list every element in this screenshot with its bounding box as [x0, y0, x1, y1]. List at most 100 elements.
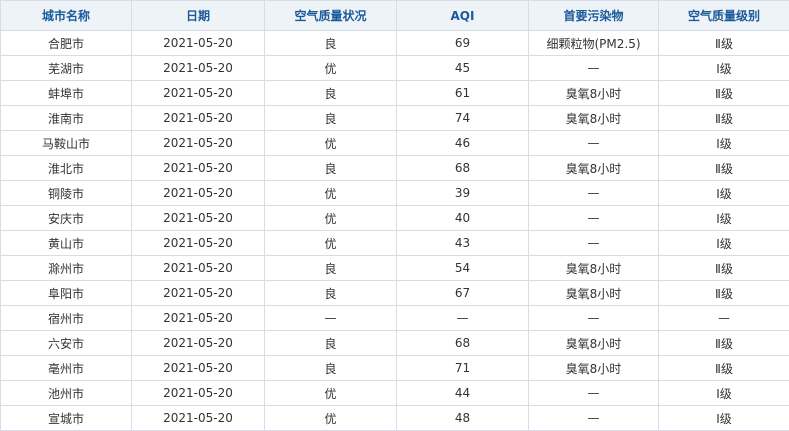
cell-quality-status: 良 — [264, 105, 397, 131]
cell-city: 马鞍山市 — [0, 130, 132, 156]
table-row: 亳州市 2021-05-20 良 71 臭氧8小时 Ⅱ级 — [0, 355, 789, 381]
cell-aqi: 67 — [396, 280, 529, 306]
cell-city: 宿州市 — [0, 305, 132, 331]
cell-date: 2021-05-20 — [131, 105, 265, 131]
cell-primary-pollutant: 臭氧8小时 — [528, 255, 659, 281]
cell-quality-level: Ⅱ级 — [658, 80, 789, 106]
table-row: 芜湖市 2021-05-20 优 45— Ⅰ级 — [0, 55, 789, 81]
cell-date: 2021-05-20 — [131, 230, 265, 256]
cell-city: 黄山市 — [0, 230, 132, 256]
cell-quality-status: 优 — [264, 405, 397, 431]
header-row: 城市名称 日期 空气质量状况 AQI 首要污染物 空气质量级别 — [0, 0, 789, 31]
cell-primary-pollutant: 细颗粒物(PM2.5) — [528, 30, 659, 56]
cell-date: 2021-05-20 — [131, 30, 265, 56]
cell-city: 合肥市 — [0, 30, 132, 56]
cell-aqi: 68 — [396, 155, 529, 181]
cell-aqi: 46 — [396, 130, 529, 156]
cell-quality-level: Ⅱ级 — [658, 155, 789, 181]
air-quality-table: 城市名称 日期 空气质量状况 AQI 首要污染物 空气质量级别 合肥市 2021-… — [0, 0, 789, 431]
cell-date: 2021-05-20 — [131, 55, 265, 81]
cell-date: 2021-05-20 — [131, 405, 265, 431]
cell-date: 2021-05-20 — [131, 155, 265, 181]
table-row: 合肥市 2021-05-20 良 69 细颗粒物(PM2.5) Ⅱ级 — [0, 30, 789, 56]
cell-aqi: 68 — [396, 330, 529, 356]
table-row: 宿州市 2021-05-20— — — — — [0, 305, 789, 331]
cell-aqi: 43 — [396, 230, 529, 256]
cell-quality-level: Ⅰ级 — [658, 130, 789, 156]
cell-quality-status: 良 — [264, 280, 397, 306]
cell-date: 2021-05-20 — [131, 205, 265, 231]
cell-city: 池州市 — [0, 380, 132, 406]
cell-quality-status: 良 — [264, 155, 397, 181]
cell-date: 2021-05-20 — [131, 280, 265, 306]
cell-date: 2021-05-20 — [131, 180, 265, 206]
cell-primary-pollutant: 臭氧8小时 — [528, 330, 659, 356]
table-row: 马鞍山市 2021-05-20 优 46— Ⅰ级 — [0, 130, 789, 156]
table-body: 合肥市 2021-05-20 良 69 细颗粒物(PM2.5) Ⅱ级 芜湖市 2021-05-… — [0, 30, 789, 431]
cell-city: 淮北市 — [0, 155, 132, 181]
table-row: 六安市 2021-05-20 良 68 臭氧8小时 Ⅱ级 — [0, 330, 789, 356]
cell-primary-pollutant: 臭氧8小时 — [528, 80, 659, 106]
cell-quality-level: Ⅱ级 — [658, 255, 789, 281]
cell-quality-status: — — [264, 305, 397, 331]
cell-date: 2021-05-20 — [131, 355, 265, 381]
table-row: 淮南市 2021-05-20 良 74 臭氧8小时 Ⅱ级 — [0, 105, 789, 131]
table-row: 池州市 2021-05-20 优 44— Ⅰ级 — [0, 380, 789, 406]
header-quality-level: 空气质量级别 — [658, 0, 789, 31]
cell-date: 2021-05-20 — [131, 380, 265, 406]
header-aqi: AQI — [396, 0, 529, 31]
cell-aqi: 45 — [396, 55, 529, 81]
table-row: 滁州市 2021-05-20 良 54 臭氧8小时 Ⅱ级 — [0, 255, 789, 281]
cell-quality-status: 良 — [264, 355, 397, 381]
cell-aqi: 40 — [396, 205, 529, 231]
cell-aqi: 54 — [396, 255, 529, 281]
cell-date: 2021-05-20 — [131, 80, 265, 106]
cell-quality-level: — — [658, 305, 789, 331]
cell-primary-pollutant: — — [528, 130, 659, 156]
cell-city: 淮南市 — [0, 105, 132, 131]
cell-quality-status: 优 — [264, 55, 397, 81]
header-city: 城市名称 — [0, 0, 132, 31]
cell-primary-pollutant: 臭氧8小时 — [528, 355, 659, 381]
cell-primary-pollutant: — — [528, 230, 659, 256]
cell-primary-pollutant: — — [528, 305, 659, 331]
cell-quality-level: Ⅰ级 — [658, 180, 789, 206]
cell-primary-pollutant: — — [528, 405, 659, 431]
header-primary-pollutant: 首要污染物 — [528, 0, 659, 31]
cell-quality-level: Ⅰ级 — [658, 380, 789, 406]
cell-quality-level: Ⅱ级 — [658, 330, 789, 356]
cell-quality-level: Ⅱ级 — [658, 280, 789, 306]
table-row: 宣城市 2021-05-20 优 48— Ⅰ级 — [0, 405, 789, 431]
cell-aqi: 74 — [396, 105, 529, 131]
cell-quality-level: Ⅰ级 — [658, 230, 789, 256]
cell-quality-status: 良 — [264, 330, 397, 356]
cell-date: 2021-05-20 — [131, 255, 265, 281]
cell-city: 滁州市 — [0, 255, 132, 281]
cell-city: 安庆市 — [0, 205, 132, 231]
table-row: 安庆市 2021-05-20 优 40— Ⅰ级 — [0, 205, 789, 231]
cell-aqi: — — [396, 305, 529, 331]
header-date: 日期 — [131, 0, 265, 31]
cell-primary-pollutant: 臭氧8小时 — [528, 105, 659, 131]
table-row: 蚌埠市 2021-05-20 良 61 臭氧8小时 Ⅱ级 — [0, 80, 789, 106]
cell-quality-status: 良 — [264, 255, 397, 281]
cell-primary-pollutant: — — [528, 180, 659, 206]
cell-primary-pollutant: — — [528, 55, 659, 81]
table-row: 淮北市 2021-05-20 良 68 臭氧8小时 Ⅱ级 — [0, 155, 789, 181]
cell-quality-level: Ⅰ级 — [658, 55, 789, 81]
cell-quality-level: Ⅰ级 — [658, 205, 789, 231]
cell-aqi: 44 — [396, 380, 529, 406]
cell-quality-level: Ⅱ级 — [658, 105, 789, 131]
cell-quality-status: 优 — [264, 380, 397, 406]
cell-city: 铜陵市 — [0, 180, 132, 206]
table-row: 铜陵市 2021-05-20 优 39— Ⅰ级 — [0, 180, 789, 206]
cell-quality-status: 优 — [264, 130, 397, 156]
cell-city: 六安市 — [0, 330, 132, 356]
header-quality-status: 空气质量状况 — [264, 0, 397, 31]
cell-city: 宣城市 — [0, 405, 132, 431]
cell-city: 阜阳市 — [0, 280, 132, 306]
cell-primary-pollutant: — — [528, 380, 659, 406]
cell-aqi: 69 — [396, 30, 529, 56]
table-header: 城市名称 日期 空气质量状况 AQI 首要污染物 空气质量级别 — [0, 0, 789, 31]
cell-quality-level: Ⅰ级 — [658, 405, 789, 431]
